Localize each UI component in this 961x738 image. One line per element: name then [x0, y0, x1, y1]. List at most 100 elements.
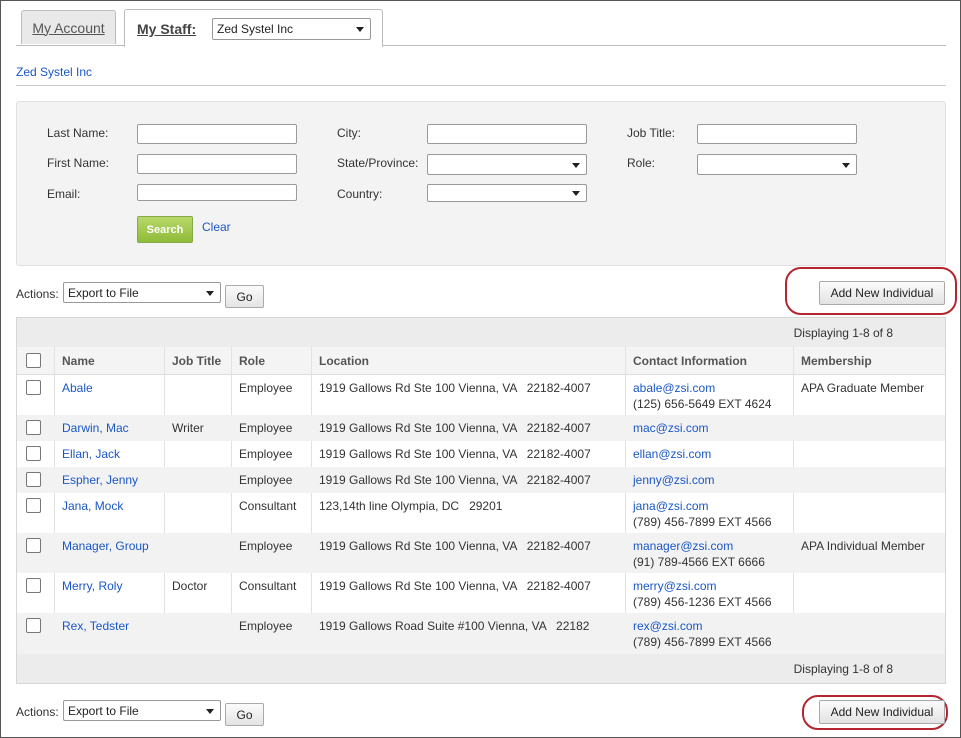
tab-my-staff[interactable]: My Staff: Zed Systel Inc	[124, 9, 383, 47]
table-row: Jana, Mock Consultant 123,14th line Olympi…	[17, 493, 945, 533]
column-header-location[interactable]: Location	[319, 354, 369, 368]
row-name-link[interactable]: Espher, Jenny	[62, 472, 138, 488]
row-checkbox[interactable]	[26, 380, 41, 395]
row-job-title: Doctor	[172, 579, 208, 593]
actions-select-value: Export to File	[68, 285, 139, 300]
chevron-down-icon	[842, 162, 850, 168]
row-location: 1919 Gallows Rd Ste 100 Vienna, VA 22182…	[319, 539, 591, 553]
row-name-link[interactable]: Ellan, Jack	[62, 446, 120, 462]
row-role: Employee	[239, 473, 293, 487]
row-name-link[interactable]: Rex, Tedster	[62, 618, 129, 634]
first-name-input[interactable]	[137, 154, 297, 174]
actions-select[interactable]: Export to File	[63, 282, 221, 303]
row-name-link[interactable]: Jana, Mock	[62, 498, 123, 514]
row-email-link[interactable]: rex@zsi.com	[633, 618, 703, 634]
row-location: 1919 Gallows Rd Ste 100 Vienna, VA 22182…	[319, 579, 591, 593]
tab-my-staff-label: My Staff:	[137, 21, 197, 37]
go-button[interactable]: Go	[225, 285, 264, 308]
tab-my-account[interactable]: My Account	[21, 10, 116, 44]
pagination-summary: Displaying 1-8 of 8	[793, 326, 893, 340]
row-role: Consultant	[239, 499, 297, 513]
job-title-label: Job Title:	[627, 126, 676, 140]
row-email-link[interactable]: jana@zsi.com	[633, 498, 709, 514]
row-role: Employee	[239, 421, 293, 435]
table-row: Espher, Jenny Employee 1919 Gallows Rd Ste…	[17, 467, 945, 493]
city-label: City:	[337, 126, 361, 140]
row-name-link[interactable]: Merry, Roly	[62, 578, 122, 594]
row-location: 1919 Gallows Rd Ste 100 Vienna, VA 22182…	[319, 421, 591, 435]
country-label: Country:	[337, 187, 383, 201]
first-name-label: First Name:	[47, 156, 110, 170]
row-name-link[interactable]: Abale	[62, 380, 93, 396]
column-header-name[interactable]: Name	[62, 354, 95, 368]
row-role: Employee	[239, 539, 293, 553]
column-header-contact-information[interactable]: Contact Information	[633, 354, 747, 368]
row-phone: (789) 456-7899 EXT 4566	[633, 635, 772, 649]
table-row: Ellan, Jack Employee 1919 Gallows Rd Ste 1…	[17, 441, 945, 467]
row-checkbox[interactable]	[26, 472, 41, 487]
row-membership: APA Individual Member	[801, 539, 925, 553]
row-checkbox[interactable]	[26, 446, 41, 461]
table-row: Manager, Group Employee 1919 Gallows Rd St…	[17, 533, 945, 573]
row-phone: (91) 789-4566 EXT 6666	[633, 555, 765, 569]
row-checkbox[interactable]	[26, 618, 41, 633]
row-email-link[interactable]: jenny@zsi.com	[633, 472, 715, 488]
row-job-title: Writer	[172, 421, 204, 435]
row-checkbox[interactable]	[26, 420, 41, 435]
chevron-down-icon	[572, 162, 580, 168]
row-location: 123,14th line Olympia, DC 29201	[319, 499, 503, 513]
row-name-link[interactable]: Manager, Group	[62, 538, 149, 554]
add-new-individual-button-bottom[interactable]: Add New Individual	[819, 700, 945, 724]
section-divider	[16, 85, 946, 86]
row-email-link[interactable]: merry@zsi.com	[633, 578, 717, 594]
country-select[interactable]	[427, 184, 587, 202]
last-name-label: Last Name:	[47, 126, 109, 140]
organization-select[interactable]: Zed Systel Inc	[212, 18, 371, 40]
row-name-link[interactable]: Darwin, Mac	[62, 420, 129, 436]
role-select[interactable]	[697, 154, 857, 175]
row-email-link[interactable]: manager@zsi.com	[633, 538, 733, 554]
row-checkbox[interactable]	[26, 578, 41, 593]
clear-link[interactable]: Clear	[202, 220, 231, 234]
table-column-header-row: Name Job Title Role Location Contact Inf…	[17, 347, 945, 375]
row-location: 1919 Gallows Rd Ste 100 Vienna, VA 22182…	[319, 381, 591, 395]
search-button[interactable]: Search	[137, 216, 193, 243]
table-footer-bar: Displaying 1-8 of 8	[17, 654, 945, 683]
organization-link[interactable]: Zed Systel Inc	[16, 65, 92, 79]
last-name-input[interactable]	[137, 124, 297, 144]
table-row: Darwin, Mac Writer Employee 1919 Gallows Rd…	[17, 415, 945, 441]
chevron-down-icon	[206, 290, 214, 296]
row-role: Employee	[239, 447, 293, 461]
email-label: Email:	[47, 187, 81, 201]
row-location: 1919 Gallows Road Suite #100 Vienna, VA …	[319, 619, 590, 633]
row-email-link[interactable]: abale@zsi.com	[633, 380, 715, 396]
city-input[interactable]	[427, 124, 587, 144]
table-row: Rex, Tedster Employee 1919 Gallows Road Su…	[17, 613, 945, 656]
staff-table: Displaying 1-8 of 8 Name Job Title Role …	[16, 317, 946, 684]
email-input[interactable]	[137, 184, 297, 201]
role-label: Role:	[627, 156, 656, 170]
row-phone: (789) 456-1236 EXT 4566	[633, 595, 772, 609]
row-location: 1919 Gallows Rd Ste 100 Vienna, VA 22182…	[319, 473, 591, 487]
row-email-link[interactable]: ellan@zsi.com	[633, 446, 711, 462]
job-title-input[interactable]	[697, 124, 857, 144]
select-all-checkbox[interactable]	[26, 353, 41, 368]
row-email-link[interactable]: mac@zsi.com	[633, 420, 709, 436]
add-new-individual-button[interactable]: Add New Individual	[819, 281, 945, 305]
pagination-summary: Displaying 1-8 of 8	[793, 662, 893, 676]
row-checkbox[interactable]	[26, 498, 41, 513]
organization-select-value: Zed Systel Inc	[217, 22, 294, 36]
column-header-membership[interactable]: Membership	[801, 354, 872, 368]
column-header-role[interactable]: Role	[239, 354, 265, 368]
state-province-select[interactable]	[427, 154, 587, 175]
column-header-job-title[interactable]: Job Title	[172, 354, 221, 368]
chevron-down-icon	[356, 27, 364, 32]
actions-select-value: Export to File	[68, 703, 139, 718]
row-role: Consultant	[239, 579, 297, 593]
row-role: Employee	[239, 381, 293, 395]
tab-bar: My Account My Staff: Zed Systel Inc	[21, 9, 383, 47]
actions-select-bottom[interactable]: Export to File	[63, 700, 221, 721]
row-checkbox[interactable]	[26, 538, 41, 553]
go-button-bottom[interactable]: Go	[225, 703, 264, 726]
row-phone: (789) 456-7899 EXT 4566	[633, 515, 772, 529]
